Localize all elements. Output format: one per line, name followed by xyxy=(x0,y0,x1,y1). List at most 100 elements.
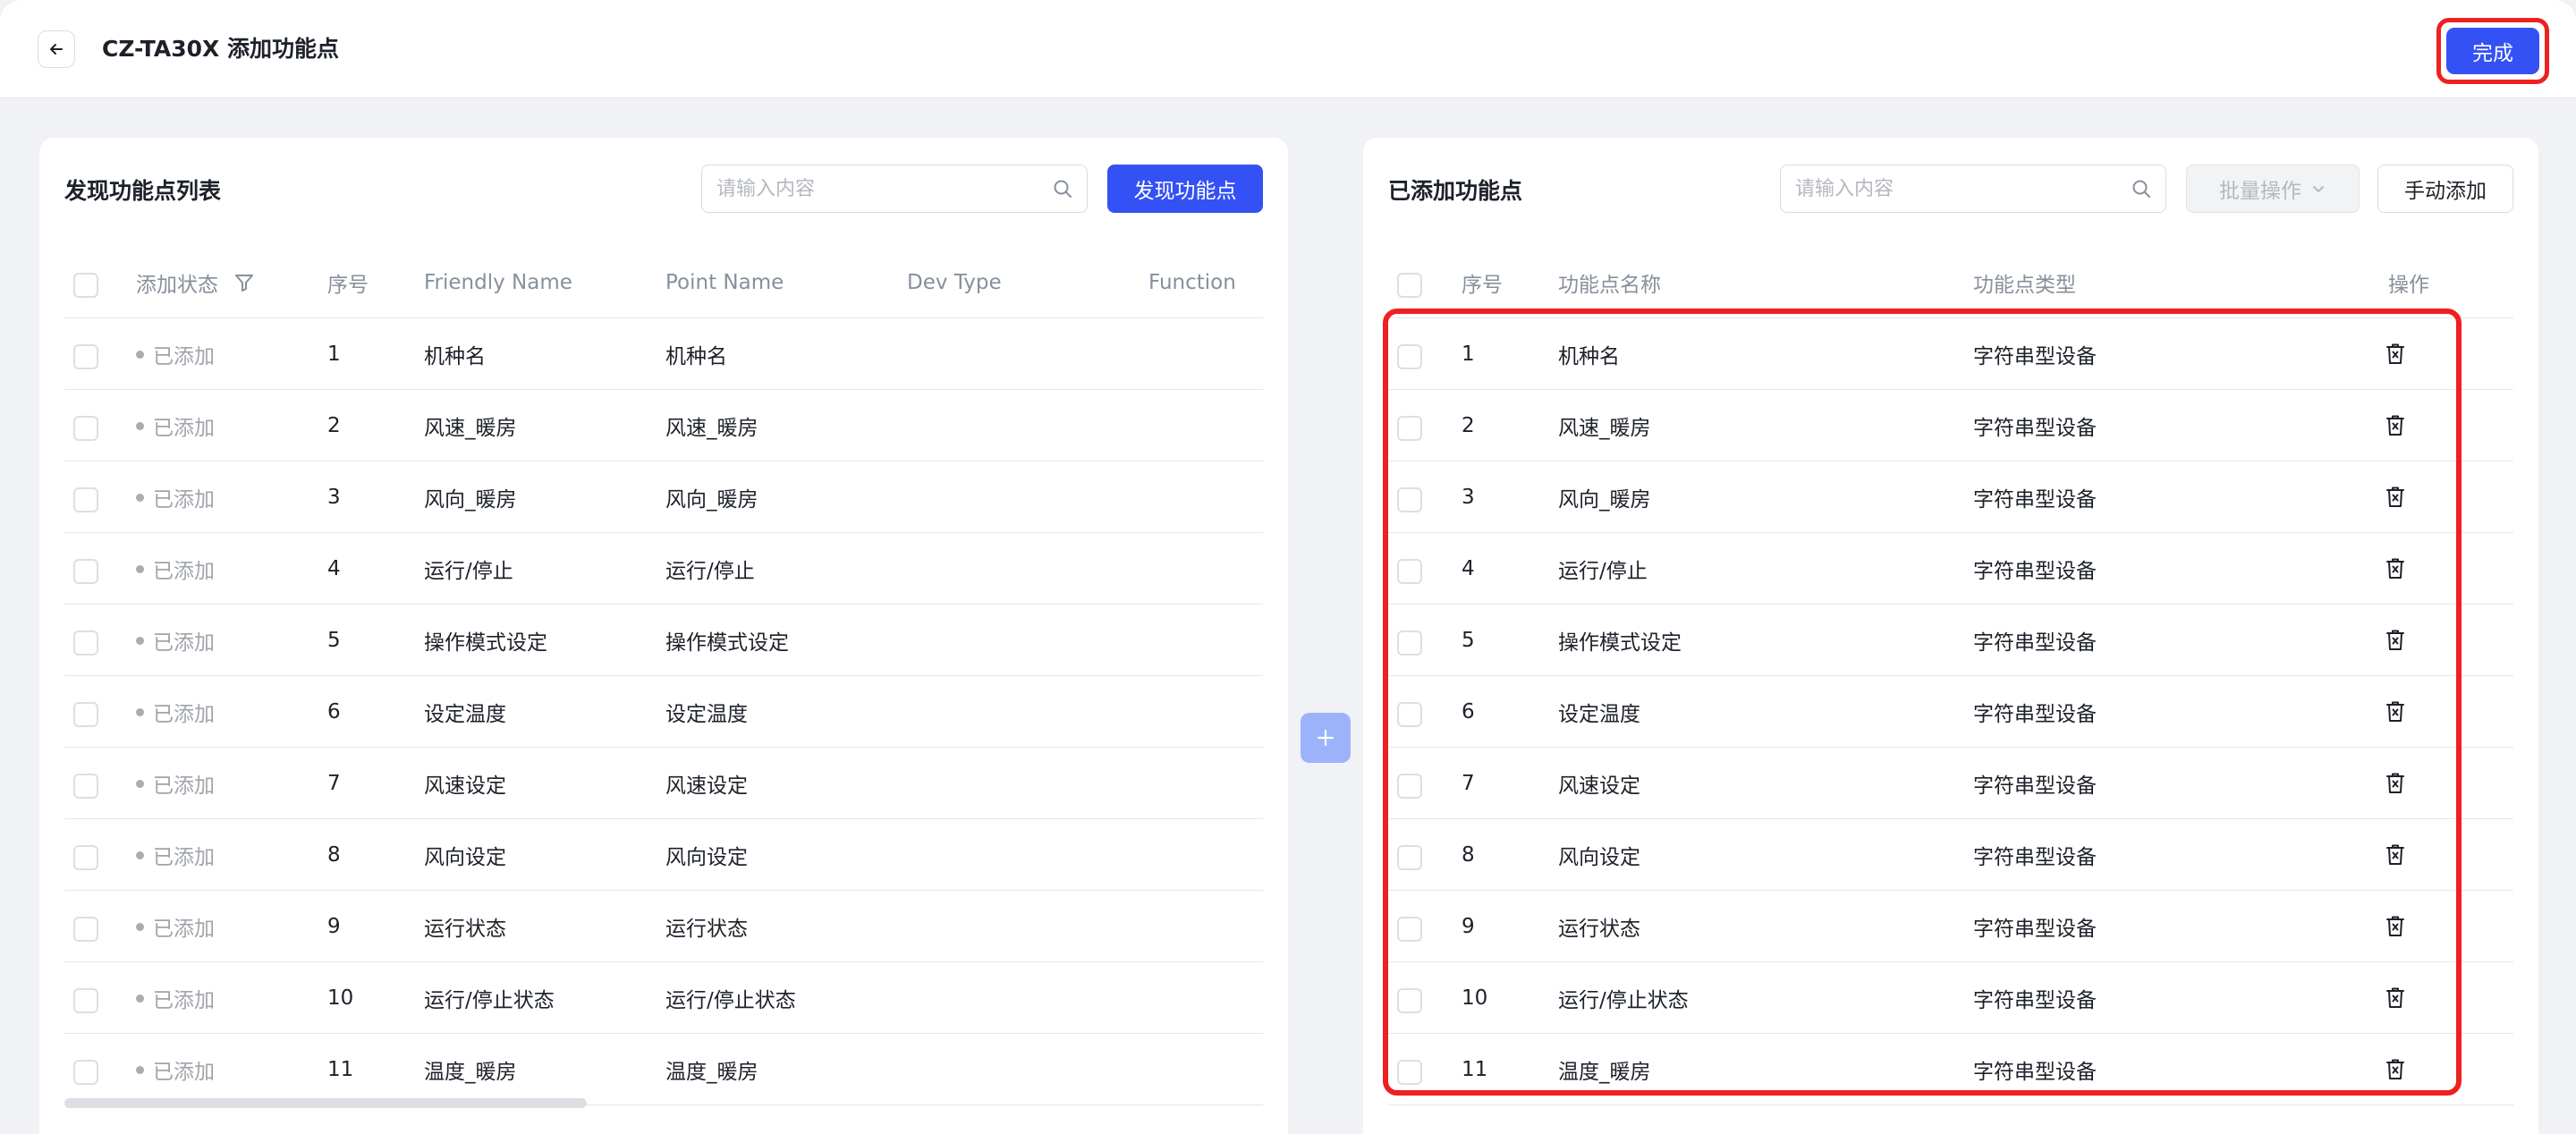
table-row[interactable]: 已添加 7 风速设定 风速设定 xyxy=(64,748,1263,819)
row-checkbox[interactable] xyxy=(1397,845,1422,870)
row-checkbox[interactable] xyxy=(73,702,98,727)
table-row[interactable]: 2 风速_暖房 字符串型设备 xyxy=(1388,390,2513,461)
friendly-name-cell: 机种名 xyxy=(424,345,486,368)
row-checkbox[interactable] xyxy=(73,988,98,1013)
select-all-checkbox[interactable] xyxy=(73,273,98,298)
trash-icon[interactable] xyxy=(2385,843,2406,867)
status-dot xyxy=(136,1065,144,1074)
row-checkbox[interactable] xyxy=(1397,988,1422,1013)
table-row[interactable]: 已添加 4 运行/停止 运行/停止 xyxy=(64,533,1263,605)
point-name-cell: 温度_暖房 xyxy=(665,1061,758,1084)
index-cell: 10 xyxy=(327,986,354,1010)
delete-button[interactable] xyxy=(2385,748,2406,819)
trash-icon[interactable] xyxy=(2385,343,2406,366)
row-checkbox[interactable] xyxy=(1397,559,1422,584)
search-icon[interactable] xyxy=(1053,179,1072,199)
row-checkbox[interactable] xyxy=(1397,1060,1422,1085)
table-row[interactable]: 11 温度_暖房 字符串型设备 xyxy=(1388,1034,2513,1105)
trash-icon[interactable] xyxy=(2385,772,2406,795)
delete-button[interactable] xyxy=(2385,318,2406,390)
status-cell: 已添加 xyxy=(136,962,215,1034)
table-row[interactable]: 10 运行/停止状态 字符串型设备 xyxy=(1388,962,2513,1034)
table-row[interactable]: 已添加 1 机种名 机种名 xyxy=(64,318,1263,390)
row-checkbox[interactable] xyxy=(73,1060,98,1085)
point-name-cell: 操作模式设定 xyxy=(665,631,789,655)
col-friendly-name: Friendly Name xyxy=(424,271,572,294)
added-search[interactable] xyxy=(1780,165,2166,213)
table-row[interactable]: 7 风速设定 字符串型设备 xyxy=(1388,748,2513,819)
back-button[interactable] xyxy=(38,30,75,68)
row-checkbox[interactable] xyxy=(73,774,98,799)
table-row[interactable]: 已添加 8 风向设定 风向设定 xyxy=(64,819,1263,891)
table-row[interactable]: 1 机种名 字符串型设备 xyxy=(1388,318,2513,390)
delete-button[interactable] xyxy=(2385,962,2406,1034)
select-all-checkbox[interactable] xyxy=(1397,273,1422,298)
status-cell: 已添加 xyxy=(136,318,215,390)
table-row[interactable]: 已添加 3 风向_暖房 风向_暖房 xyxy=(64,461,1263,533)
row-checkbox[interactable] xyxy=(73,344,98,369)
friendly-name-cell: 风速_暖房 xyxy=(424,417,517,440)
discover-button[interactable]: 发现功能点 xyxy=(1107,165,1263,213)
table-row[interactable]: 已添加 2 风速_暖房 风速_暖房 xyxy=(64,390,1263,461)
status-dot xyxy=(136,421,144,430)
added-points-title: 已添加功能点 xyxy=(1388,178,1523,204)
row-checkbox[interactable] xyxy=(1397,487,1422,512)
trash-icon[interactable] xyxy=(2385,557,2406,580)
row-checkbox[interactable] xyxy=(1397,416,1422,441)
row-checkbox[interactable] xyxy=(73,630,98,656)
row-checkbox[interactable] xyxy=(1397,774,1422,799)
trash-icon[interactable] xyxy=(2385,486,2406,509)
discovered-search[interactable] xyxy=(701,165,1088,213)
discovered-search-input[interactable] xyxy=(716,177,1053,200)
filter-icon[interactable] xyxy=(234,273,254,292)
trash-icon[interactable] xyxy=(2385,629,2406,652)
delete-button[interactable] xyxy=(2385,1034,2406,1105)
delete-button[interactable] xyxy=(2385,891,2406,962)
point-name-cell: 风速_暖房 xyxy=(1558,417,1651,440)
trash-icon[interactable] xyxy=(2385,414,2406,437)
point-name-cell: 风速_暖房 xyxy=(665,417,758,440)
table-row[interactable]: 已添加 9 运行状态 运行状态 xyxy=(64,891,1263,962)
plus-icon xyxy=(1317,729,1335,747)
horizontal-scrollbar-thumb[interactable] xyxy=(64,1098,587,1108)
search-icon[interactable] xyxy=(2131,179,2151,199)
manual-add-button[interactable]: 手动添加 xyxy=(2377,165,2513,213)
row-checkbox[interactable] xyxy=(1397,917,1422,942)
delete-button[interactable] xyxy=(2385,390,2406,461)
table-row[interactable]: 已添加 11 温度_暖房 温度_暖房 xyxy=(64,1034,1263,1105)
added-search-input[interactable] xyxy=(1795,177,2131,200)
row-checkbox[interactable] xyxy=(1397,702,1422,727)
add-to-list-button[interactable] xyxy=(1301,713,1351,763)
table-row[interactable]: 已添加 5 操作模式设定 操作模式设定 xyxy=(64,605,1263,676)
row-checkbox[interactable] xyxy=(1397,630,1422,656)
trash-icon[interactable] xyxy=(2385,986,2406,1010)
trash-icon[interactable] xyxy=(2385,1058,2406,1081)
table-row[interactable]: 6 设定温度 字符串型设备 xyxy=(1388,676,2513,748)
row-checkbox[interactable] xyxy=(73,416,98,441)
table-row[interactable]: 9 运行状态 字符串型设备 xyxy=(1388,891,2513,962)
row-checkbox[interactable] xyxy=(73,559,98,584)
row-checkbox[interactable] xyxy=(73,917,98,942)
table-row[interactable]: 5 操作模式设定 字符串型设备 xyxy=(1388,605,2513,676)
index-cell: 11 xyxy=(327,1058,354,1081)
status-cell: 已添加 xyxy=(136,390,215,461)
batch-operation-select[interactable]: 批量操作 xyxy=(2186,165,2360,213)
table-row[interactable]: 已添加 10 运行/停止状态 运行/停止状态 xyxy=(64,962,1263,1034)
delete-button[interactable] xyxy=(2385,676,2406,748)
table-row[interactable]: 4 运行/停止 字符串型设备 xyxy=(1388,533,2513,605)
table-row[interactable]: 已添加 6 设定温度 设定温度 xyxy=(64,676,1263,748)
delete-button[interactable] xyxy=(2385,819,2406,891)
trash-icon[interactable] xyxy=(2385,700,2406,724)
delete-button[interactable] xyxy=(2385,605,2406,676)
done-button[interactable]: 完成 xyxy=(2446,28,2539,74)
delete-button[interactable] xyxy=(2385,461,2406,533)
table-row[interactable]: 3 风向_暖房 字符串型设备 xyxy=(1388,461,2513,533)
status-cell: 已添加 xyxy=(136,1034,215,1105)
delete-button[interactable] xyxy=(2385,533,2406,605)
row-checkbox[interactable] xyxy=(73,845,98,870)
row-checkbox[interactable] xyxy=(1397,344,1422,369)
index-cell: 9 xyxy=(327,915,341,938)
table-row[interactable]: 8 风向设定 字符串型设备 xyxy=(1388,819,2513,891)
trash-icon[interactable] xyxy=(2385,915,2406,938)
row-checkbox[interactable] xyxy=(73,487,98,512)
